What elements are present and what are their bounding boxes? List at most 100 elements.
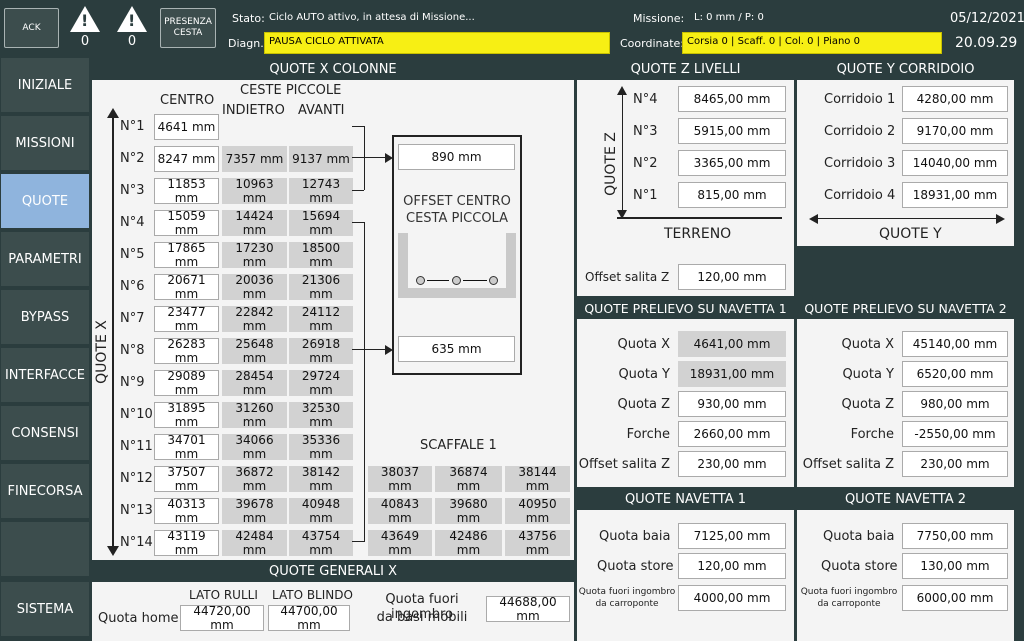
avanti-value[interactable]: 12743 mm xyxy=(289,177,353,205)
scaffale-value[interactable]: 43649 mm xyxy=(368,529,432,557)
scaffale-value[interactable]: 38144 mm xyxy=(505,465,570,493)
offset-salita-z-value[interactable]: 120,00 mm xyxy=(678,264,786,290)
corridoio-value[interactable]: 4280,00 mm xyxy=(902,86,1008,112)
indietro-value[interactable]: 36872 mm xyxy=(222,465,287,493)
y-axis-line xyxy=(815,218,999,219)
avanti-value[interactable]: 35336 mm xyxy=(289,433,353,461)
sidebar-item-empty[interactable] xyxy=(1,522,89,578)
sidebar-item-interfacce[interactable]: INTERFACCE xyxy=(1,348,89,404)
avanti-value[interactable]: 43754 mm xyxy=(289,529,353,557)
prelievo-value[interactable]: -2550,00 mm xyxy=(902,421,1008,447)
centro-value[interactable]: 43119 mm xyxy=(154,529,219,557)
indietro-value[interactable]: 20036 mm xyxy=(222,273,287,301)
indietro-value[interactable]: 25648 mm xyxy=(222,337,287,365)
indietro-value[interactable]: 10963 mm xyxy=(222,177,287,205)
indietro-value[interactable]: 31260 mm xyxy=(222,401,287,429)
offset-top-value[interactable]: 890 mm xyxy=(398,144,515,170)
offset-bottom-value[interactable]: 635 mm xyxy=(398,336,515,362)
navetta-2-store-value[interactable]: 130,00 mm xyxy=(902,553,1008,579)
avanti-value[interactable]: 18500 mm xyxy=(289,241,353,269)
centro-value[interactable]: 11853 mm xyxy=(154,177,219,205)
prelievo-value[interactable]: 230,00 mm xyxy=(678,451,786,477)
sidebar-item-sistema[interactable]: SISTEMA xyxy=(1,582,89,638)
navetta-1-baia-value[interactable]: 7125,00 mm xyxy=(678,523,786,549)
centro-value[interactable]: 40313 mm xyxy=(154,497,219,525)
corridoio-value[interactable]: 9170,00 mm xyxy=(902,118,1008,144)
arrow-up-icon xyxy=(107,108,119,118)
fuori-ingombro-value[interactable]: 44688,00 mm xyxy=(486,595,570,623)
scaffale-value[interactable]: 42486 mm xyxy=(435,529,502,557)
centro-value[interactable]: 23477 mm xyxy=(154,305,219,333)
z-level-value[interactable]: 3365,00 mm xyxy=(678,150,786,176)
prelievo-value[interactable]: 6520,00 mm xyxy=(902,361,1008,387)
sidebar-item-missioni[interactable]: MISSIONI xyxy=(1,116,89,172)
indietro-value[interactable]: 42484 mm xyxy=(222,529,287,557)
avanti-value[interactable]: 15694 mm xyxy=(289,209,353,237)
navetta-2-fuori-value[interactable]: 6000,00 mm xyxy=(902,585,1008,611)
avanti-value[interactable]: 32530 mm xyxy=(289,401,353,429)
stato-label: Stato: xyxy=(232,12,265,25)
prelievo-value[interactable]: 4641,00 mm xyxy=(678,331,786,357)
avanti-value[interactable]: 24112 mm xyxy=(289,305,353,333)
fuori-label-2: da basi mobili xyxy=(376,610,468,625)
avanti-value[interactable]: 40948 mm xyxy=(289,497,353,525)
centro-value[interactable]: 15059 mm xyxy=(154,209,219,237)
warning-indicator-1[interactable]: ! 0 xyxy=(68,6,102,49)
centro-value[interactable]: 31895 mm xyxy=(154,401,219,429)
indietro-value[interactable]: 22842 mm xyxy=(222,305,287,333)
scaffale-value[interactable]: 40843 mm xyxy=(368,497,432,525)
indietro-value[interactable]: 39678 mm xyxy=(222,497,287,525)
warning-indicator-2[interactable]: ! 0 xyxy=(115,6,149,49)
sidebar-item-bypass[interactable]: BYPASS xyxy=(1,290,89,346)
corridoio-value[interactable]: 18931,00 mm xyxy=(902,182,1008,208)
navetta-1-store-value[interactable]: 120,00 mm xyxy=(678,553,786,579)
indietro-value[interactable]: 28454 mm xyxy=(222,369,287,397)
scaffale-value[interactable]: 40950 mm xyxy=(505,497,570,525)
indietro-value[interactable]: 34066 mm xyxy=(222,433,287,461)
indietro-value[interactable]: 14424 mm xyxy=(222,209,287,237)
prelievo-value[interactable]: 45140,00 mm xyxy=(902,331,1008,357)
prelievo-value[interactable]: 980,00 mm xyxy=(902,391,1008,417)
prelievo-label: Quota Y xyxy=(842,367,894,382)
prelievo-value[interactable]: 18931,00 mm xyxy=(678,361,786,387)
centro-value[interactable]: 4641 mm xyxy=(154,114,219,140)
centro-value[interactable]: 20671 mm xyxy=(154,273,219,301)
avanti-value[interactable]: 29724 mm xyxy=(289,369,353,397)
presenza-cesta-button[interactable]: PRESENZA CESTA xyxy=(160,8,216,48)
avanti-value[interactable]: 21306 mm xyxy=(289,273,353,301)
centro-value[interactable]: 34701 mm xyxy=(154,433,219,461)
navetta-1-fuori-value[interactable]: 4000,00 mm xyxy=(678,585,786,611)
avanti-value[interactable]: 38142 mm xyxy=(289,465,353,493)
scaffale-value[interactable]: 36874 mm xyxy=(435,465,502,493)
centro-value[interactable]: 29089 mm xyxy=(154,369,219,397)
quota-home-rulli[interactable]: 44720,00 mm xyxy=(180,604,264,632)
z-level-value[interactable]: 815,00 mm xyxy=(678,182,786,208)
sidebar-item-parametri[interactable]: PARAMETRI xyxy=(1,232,89,288)
indietro-value[interactable]: 17230 mm xyxy=(222,241,287,269)
corridoio-value[interactable]: 14040,00 mm xyxy=(902,150,1008,176)
avanti-value[interactable]: 26918 mm xyxy=(289,337,353,365)
quote-y-title: QUOTE Y CORRIDOIO xyxy=(797,60,1014,80)
sidebar-item-iniziale[interactable]: INIZIALE xyxy=(1,58,89,114)
sidebar-item-quote[interactable]: QUOTE xyxy=(1,174,89,230)
centro-value[interactable]: 26283 mm xyxy=(154,337,219,365)
prelievo-value[interactable]: 2660,00 mm xyxy=(678,421,786,447)
quota-home-blindo[interactable]: 44700,00 mm xyxy=(268,604,350,632)
scaffale-value[interactable]: 43756 mm xyxy=(505,529,570,557)
prelievo-value[interactable]: 230,00 mm xyxy=(902,451,1008,477)
scaffale-value[interactable]: 39680 mm xyxy=(435,497,502,525)
centro-value[interactable]: 17865 mm xyxy=(154,241,219,269)
scaffale-value[interactable]: 38037 mm xyxy=(368,465,432,493)
centro-value[interactable]: 37507 mm xyxy=(154,465,219,493)
ack-button[interactable]: ACK xyxy=(4,8,59,48)
z-level-value[interactable]: 5915,00 mm xyxy=(678,118,786,144)
quote-y-panel: QUOTE Y CORRIDOIO Corridoio 1 4280,00 mm C… xyxy=(797,60,1014,246)
avanti-value[interactable]: 9137 mm xyxy=(289,146,353,172)
centro-value[interactable]: 8247 mm xyxy=(154,146,219,172)
sidebar-item-finecorsa[interactable]: FINECORSA xyxy=(1,464,89,520)
z-level-value[interactable]: 8465,00 mm xyxy=(678,86,786,112)
prelievo-value[interactable]: 930,00 mm xyxy=(678,391,786,417)
navetta-2-baia-value[interactable]: 7750,00 mm xyxy=(902,523,1008,549)
indietro-value[interactable]: 7357 mm xyxy=(222,146,287,172)
sidebar-item-consensi[interactable]: CONSENSI xyxy=(1,406,89,462)
